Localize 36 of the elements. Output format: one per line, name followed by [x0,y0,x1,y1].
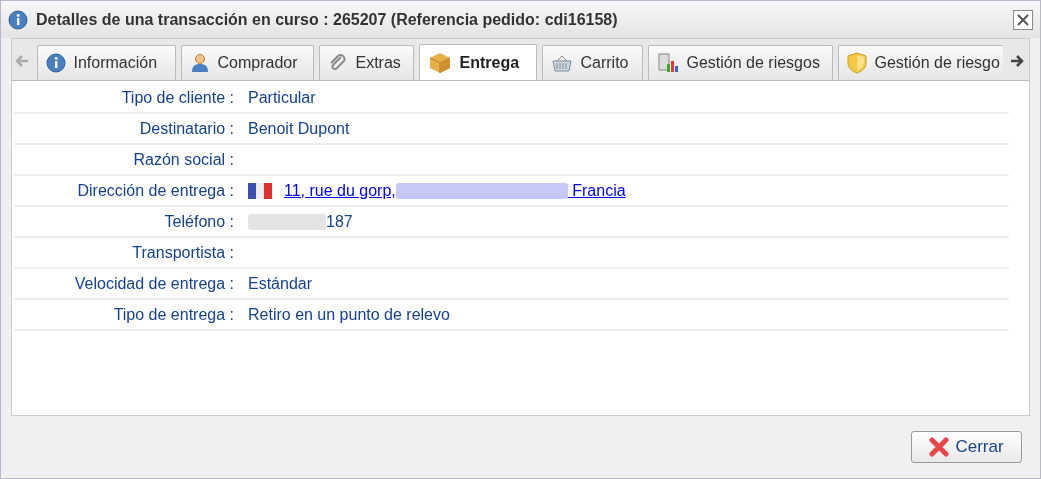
tab[interactable]: Carrito [541,45,643,80]
field-label: Velocidad de entrega : [73,273,234,294]
field-value: Retiro en un punto de relevo [248,304,450,325]
arrow-right-icon [1010,55,1025,67]
field-label: Transportista : [131,242,234,263]
close-button[interactable] [1013,9,1033,30]
user-icon [189,53,210,73]
phone-value: 187 [326,211,353,232]
tab[interactable]: Entrega [418,44,537,80]
field-value: Particular [248,87,316,108]
field-label: Dirección de entrega : [76,180,234,201]
field-label: Tipo de entrega : [112,304,234,325]
close-icon [929,437,950,457]
package-icon [427,51,452,75]
field-value: Benoit Dupont [248,118,350,139]
close-icon [1017,13,1029,26]
close-dialog-button[interactable]: Cerrar [911,431,1022,463]
window-title: Detalles de una transacción en curso : 265207 (Referencia pedido: cdi16158) [36,9,618,30]
basket-icon [550,53,573,73]
chart-icon [656,52,679,74]
tab[interactable]: Comprador [180,45,314,80]
shield-icon [846,52,867,74]
info-icon [45,53,66,73]
info-icon [8,9,28,30]
address-link[interactable]: 11, rue du gorp, Francia [284,178,626,203]
field-value: Estándar [248,273,313,294]
france-flag-icon [248,182,272,199]
tab[interactable]: Extras [318,45,414,80]
field-label: Tipo de cliente : [120,87,234,108]
tab[interactable]: Gestión de riesgos [647,45,833,80]
arrow-left-icon [14,55,29,67]
field-label: Teléfono : [163,211,234,232]
field-label: Razón social : [132,149,234,170]
tab[interactable]: Información [36,45,176,80]
field-label: Destinatario : [138,118,234,139]
tab[interactable]: Gestión de riesgo [837,45,1003,80]
